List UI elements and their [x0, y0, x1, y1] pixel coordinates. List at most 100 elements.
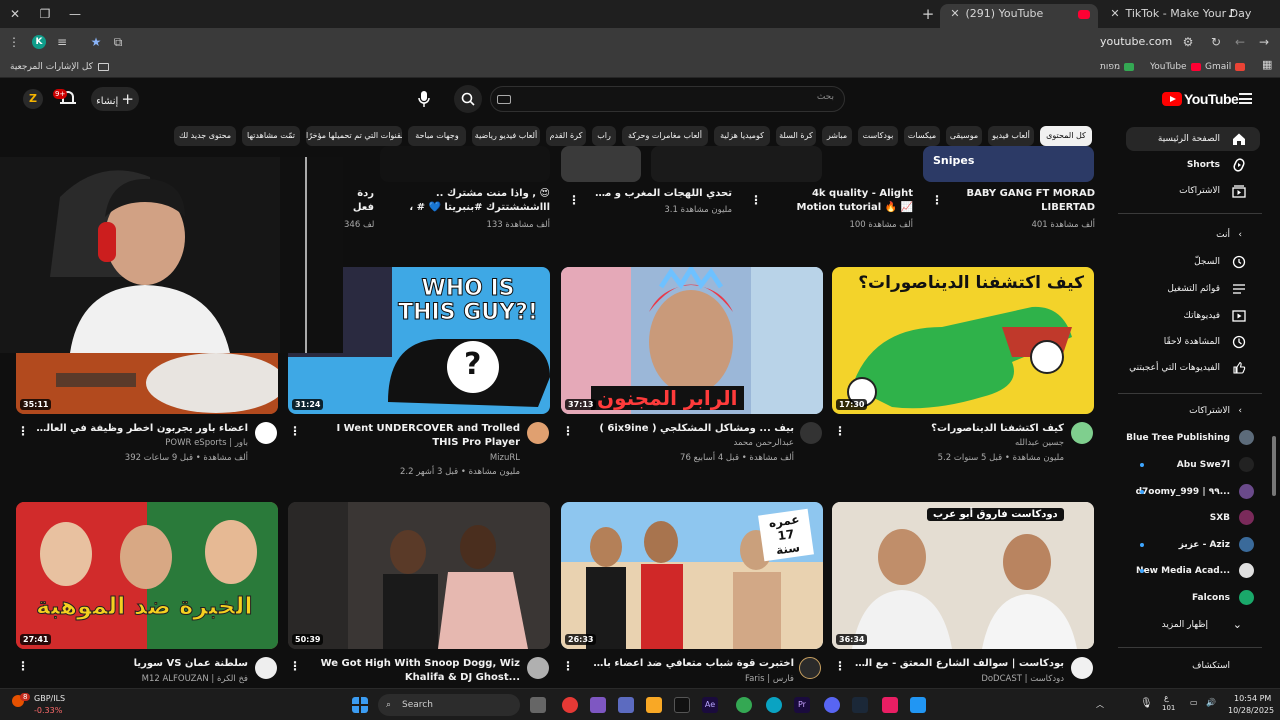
video-title[interactable]: اعضاء باور يجربون اخطر وظيفة في العالم! …: [36, 422, 248, 436]
after-effects-icon[interactable]: Ae: [702, 697, 718, 713]
channel-avatar[interactable]: [800, 422, 822, 444]
sidebar-subscription[interactable]: عزيز - Aziz: [1120, 533, 1264, 557]
video-title[interactable]: كيف اكتشفنا الديناصورات؟: [860, 422, 1064, 436]
chip-0[interactable]: كل المحتوى: [1040, 126, 1092, 146]
tab-search-icon[interactable]: ⧉: [108, 32, 128, 52]
sidebar-subscription[interactable]: New Media Acad...: [1120, 559, 1264, 583]
channel-avatar[interactable]: [527, 422, 549, 444]
forward-icon[interactable]: ←: [1230, 32, 1250, 52]
video-title[interactable]: بودكاست | سوالف الشارع المعتق - مع الراب…: [850, 657, 1064, 671]
more-options-icon[interactable]: ⋮: [834, 424, 846, 438]
more-options-icon[interactable]: ⋮: [562, 424, 574, 438]
close-window-icon[interactable]: ✕: [4, 4, 26, 24]
chip-10[interactable]: كرة القدم: [546, 126, 586, 146]
video-title[interactable]: اختبرت قوة شباب متعافي ضد اعضاء باور !: [590, 657, 794, 671]
video-thumbnail[interactable]: [380, 146, 550, 182]
channel-avatar[interactable]: [1071, 657, 1093, 679]
account-avatar[interactable]: Z: [23, 89, 43, 109]
task-view-icon[interactable]: [530, 697, 546, 713]
sidebar-item-shorts[interactable]: Shorts: [1120, 153, 1260, 177]
video-title[interactable]: ردة فعل ... #اكسبلو#: [344, 187, 374, 215]
windows-start-icon[interactable]: [352, 697, 368, 713]
video-thumbnail[interactable]: Snipes: [923, 146, 1094, 182]
chip-6[interactable]: كرة السلة: [776, 126, 816, 146]
chip-15[interactable]: محتوى جديد لك: [174, 126, 236, 146]
channel-avatar[interactable]: [255, 422, 277, 444]
chip-9[interactable]: راب: [592, 126, 616, 146]
video-thumbnail-dinosaurs[interactable]: كيف اكتشفنا الديناصورات؟ 17:30: [832, 267, 1094, 414]
app-icon-record[interactable]: [562, 697, 578, 713]
sidebar-item-you-1[interactable]: قوائم التشغيل: [1120, 277, 1260, 301]
microphone-icon[interactable]: 🎙: [1140, 698, 1153, 709]
steam-icon[interactable]: [852, 697, 868, 713]
taskbar-search-input[interactable]: ⌕ Search: [378, 694, 520, 716]
sidebar-subscription[interactable]: SXB: [1120, 506, 1264, 530]
chip-11[interactable]: ألعاب فيديو رياضية: [472, 126, 540, 146]
video-title[interactable]: تحدي اللهجات المغرب و مصر MAEG: [590, 187, 732, 201]
sidebar-subscription[interactable]: Blue Tree Publishing: [1120, 426, 1264, 450]
back-icon[interactable]: →: [1254, 32, 1274, 52]
chip-8[interactable]: ألعاب مغامرات وحركة: [622, 126, 708, 146]
profile-avatar[interactable]: K: [32, 35, 46, 49]
chip-3[interactable]: ميكسات: [904, 126, 940, 146]
clock-time[interactable]: 10:54 PM: [1234, 694, 1271, 703]
tab-tiktok[interactable]: ✕ TikTok - Make Your Day ♪: [1100, 4, 1252, 28]
close-tab-icon[interactable]: ✕: [1108, 4, 1122, 24]
channel-avatar[interactable]: [1071, 422, 1093, 444]
address-bar[interactable]: youtube.com: [1100, 34, 1172, 50]
close-tab-icon[interactable]: ✕: [948, 4, 962, 24]
more-options-icon[interactable]: ⋮: [562, 659, 574, 673]
video-channel[interactable]: DoDCAST | دودكاست: [850, 672, 1064, 686]
chrome-icon[interactable]: [736, 697, 752, 713]
video-channel[interactable]: MizuRL: [310, 451, 520, 465]
video-thumbnail-oman-syria[interactable]: الخبرة ضد الموهبة 27:41: [16, 502, 278, 649]
sidebar-show-more[interactable]: إظهار المزيد ⌄: [1120, 613, 1260, 637]
video-channel[interactable]: POWR eSports | باور: [36, 436, 248, 450]
video-title[interactable]: بيف ... ومشاكل المشكلجي ( 6ix9ine ): [590, 422, 794, 436]
bookmark-gmail[interactable]: Gmail: [1205, 60, 1246, 74]
discord-icon[interactable]: [824, 697, 840, 713]
video-channel[interactable]: جسين عبدالله: [860, 436, 1064, 450]
app-icon-blue[interactable]: [910, 697, 926, 713]
edge-icon[interactable]: [766, 697, 782, 713]
sidebar-item-you-3[interactable]: المشاهدة لاحقًا: [1120, 330, 1260, 354]
teams-icon[interactable]: [618, 697, 634, 713]
voice-search-icon[interactable]: [410, 85, 438, 113]
extensions-icon[interactable]: ≡: [52, 32, 72, 52]
premiere-icon[interactable]: Pr: [794, 697, 810, 713]
chip-5[interactable]: مباشر: [822, 126, 852, 146]
sidebar-subscription[interactable]: Falcons: [1120, 586, 1264, 610]
sidebar-scrollbar[interactable]: [1272, 436, 1276, 496]
more-options-icon[interactable]: ⋮: [931, 193, 943, 207]
video-thumbnail-6ix9ine[interactable]: الرابر المجنون 37:13: [561, 267, 823, 414]
sidebar-item-you-4[interactable]: الفيديوهات التي أعجبتني: [1120, 356, 1260, 380]
video-title[interactable]: سلطنة عمان VS سوريا: [36, 657, 248, 671]
video-title[interactable]: I Went UNDERCOVER and Trolled THIS Pro P…: [310, 422, 520, 450]
tab-youtube[interactable]: ✕ (291) YouTube: [940, 4, 1098, 28]
tray-chevron-icon[interactable]: ︿: [1096, 699, 1104, 710]
video-thumbnail-snoop[interactable]: 50:39: [288, 502, 550, 649]
video-thumbnail-powr[interactable]: 35:11: [16, 353, 278, 414]
sidebar-subscription[interactable]: Abu Swe7l: [1120, 453, 1264, 477]
file-explorer-icon[interactable]: [646, 697, 662, 713]
language-indicator[interactable]: ع: [1164, 693, 1169, 702]
chip-7[interactable]: كوميديا هزلية: [714, 126, 770, 146]
video-thumbnail[interactable]: [651, 146, 822, 182]
video-title[interactable]: BABY GANG FT MORAD LIBERTAD: [945, 187, 1096, 215]
bookmark-youtube[interactable]: YouTube: [1150, 60, 1201, 74]
video-thumbnail-dodcast[interactable]: دودكاست فاروق أبو عرب 36:34: [832, 502, 1094, 649]
video-title[interactable]: 4k quality - Alight Motion tutorial 🔥 📈: [770, 187, 913, 215]
video-title[interactable]: 😍 , واذا منت مشترك .. اااشششتترك #بنبريت…: [400, 187, 550, 215]
more-options-icon[interactable]: ⋮: [568, 193, 580, 207]
chip-2[interactable]: موسيقى: [946, 126, 982, 146]
site-settings-icon[interactable]: ⚙: [1178, 32, 1198, 52]
chip-13[interactable]: القنوات التي تم تحميلها مؤخرًا: [306, 126, 402, 146]
more-options-icon[interactable]: ⋮: [750, 193, 762, 207]
bookmarks-menu-icon[interactable]: ▦: [1262, 58, 1272, 72]
bookmark-maps[interactable]: מפות: [1100, 60, 1135, 74]
network-icon[interactable]: ▭: [1190, 698, 1198, 707]
video-channel[interactable]: عبدالرحمن محمد: [590, 436, 795, 450]
minimize-window-icon[interactable]: —: [64, 4, 86, 24]
chip-12[interactable]: وجهات مباحة: [408, 126, 466, 146]
copilot-icon[interactable]: [590, 697, 606, 713]
